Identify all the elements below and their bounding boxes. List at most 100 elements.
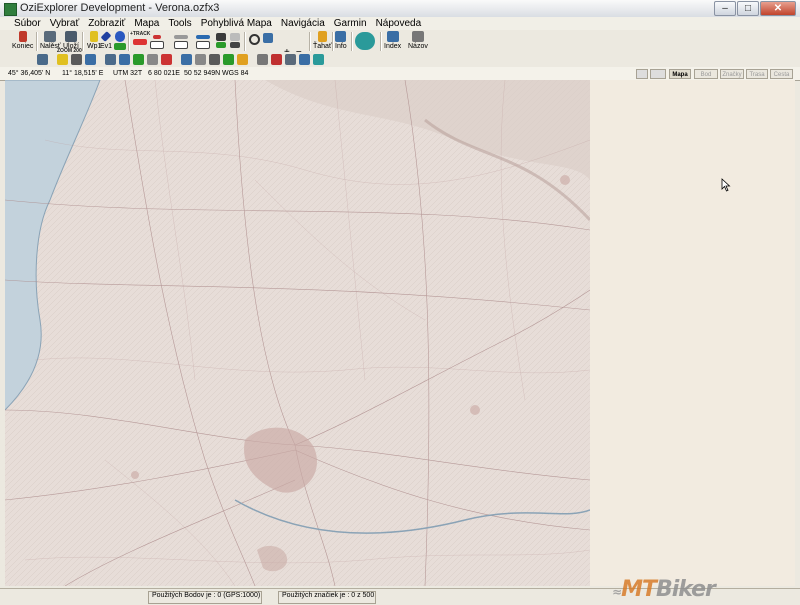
waypoint-tool-icon[interactable] <box>57 54 68 65</box>
toolbar-separator <box>244 32 246 51</box>
drag-icon <box>317 31 327 42</box>
menu-zobrazit[interactable]: Zobraziť <box>88 17 125 30</box>
menu-bar: Súbor Vybrať Zobraziť Mapa Tools Pohybli… <box>0 17 800 30</box>
menu-pohybliva-mapa[interactable]: Pohyblivá Mapa <box>201 17 272 30</box>
exit-icon <box>18 31 27 42</box>
toolbar-separator <box>36 32 38 51</box>
measure-window-icon <box>196 41 210 49</box>
topographic-map[interactable] <box>5 80 590 586</box>
track-icon <box>133 39 148 45</box>
track-tool-icon[interactable] <box>71 54 82 65</box>
measure-icon <box>196 35 210 39</box>
find-icon <box>44 31 57 42</box>
menu-vybrat[interactable]: Vybrať <box>50 17 80 30</box>
print-button[interactable] <box>230 31 240 52</box>
info-button[interactable]: Info <box>335 31 347 52</box>
event-button[interactable]: Ev1 <box>100 31 112 52</box>
grid-button[interactable] <box>216 31 226 52</box>
compass-icon[interactable] <box>181 54 192 65</box>
tab-trasa[interactable]: Trasa <box>746 69 768 79</box>
mtbiker-watermark-logo: ≈MTBiker <box>612 577 716 602</box>
panel-save-button[interactable] <box>636 69 648 79</box>
exit-button[interactable]: Koniec <box>12 31 33 52</box>
move-arrows-icon <box>355 32 375 50</box>
toolbar-separator <box>332 32 334 51</box>
app-window: OziExplorer Development - Verona.ozfx3 –… <box>0 0 800 605</box>
easting-value: 6 80 021E <box>148 70 180 77</box>
index-icon <box>386 31 399 42</box>
tab-cesta[interactable]: Cesta <box>770 69 793 79</box>
marker-button[interactable] <box>114 31 126 52</box>
northing-value: 50 52 949N <box>184 70 221 77</box>
alarm-icon[interactable] <box>161 54 172 65</box>
name-search-button[interactable]: Názov <box>408 31 428 52</box>
zoom-in-icon <box>263 33 273 43</box>
menu-subor[interactable]: Súbor <box>14 17 41 30</box>
window-title: OziExplorer Development - Verona.ozfx3 <box>20 2 220 14</box>
new-button[interactable] <box>174 31 188 52</box>
panel-dropdown-button[interactable] <box>650 69 666 79</box>
index-button[interactable]: Index <box>384 31 401 52</box>
minimize-button[interactable]: – <box>714 1 736 16</box>
map-tool-icon[interactable] <box>133 54 144 65</box>
close-button[interactable]: ✕ <box>760 1 796 16</box>
marker-icon <box>115 31 125 42</box>
longitude-value: 11° 18,515' E <box>62 70 104 77</box>
tab-mapa[interactable]: Mapa <box>669 69 691 79</box>
route-new-icon <box>150 41 164 49</box>
waypoint-icon <box>90 31 99 42</box>
menu-navigacia[interactable]: Navigácia <box>281 17 325 30</box>
menu-tools[interactable]: Tools <box>168 17 191 30</box>
main-toolbar: Koniec Nalěsť Uloží Wp1 Ev1 +TRACK ZOOM … <box>0 30 800 72</box>
marks-used-status: Použitých značiek je : 0 z 500 <box>282 592 375 599</box>
info-icon <box>335 31 347 42</box>
pencil-icon[interactable] <box>237 54 248 65</box>
new-icon <box>174 35 188 39</box>
app-icon <box>4 3 17 16</box>
ruler-icon[interactable] <box>195 54 206 65</box>
print-icon <box>230 33 240 41</box>
maximize-button[interactable]: □ <box>737 1 759 16</box>
new-window-icon <box>174 41 188 49</box>
magnifier-icon <box>249 34 260 45</box>
marker-tool-icon[interactable] <box>119 54 130 65</box>
toolbar-separator <box>351 32 353 51</box>
tab-bod[interactable]: Bod <box>694 69 718 79</box>
track-button[interactable]: +TRACK <box>130 31 150 52</box>
title-bar: OziExplorer Development - Verona.ozfx3 –… <box>0 0 800 18</box>
stop-icon[interactable] <box>271 54 282 65</box>
green-flag-icon <box>114 43 126 50</box>
chart-icon[interactable] <box>223 54 234 65</box>
route-button[interactable] <box>150 31 164 52</box>
menu-garmin[interactable]: Garmin <box>334 17 367 30</box>
tab-znacky[interactable]: Značky <box>720 69 744 79</box>
grid-tool-icon[interactable] <box>147 54 158 65</box>
toolbar-separator <box>380 32 382 51</box>
window-controls: – □ ✕ <box>714 1 796 16</box>
latitude-value: 45° 36,405' N <box>8 70 51 77</box>
datum-value: WGS 84 <box>222 70 249 77</box>
move-map-button[interactable] <box>355 32 375 53</box>
zoom-in-button[interactable] <box>263 31 273 52</box>
route-tool-icon[interactable] <box>85 54 96 65</box>
save-icon <box>64 31 77 42</box>
green-box-icon <box>216 42 226 48</box>
measure-button[interactable] <box>196 31 210 52</box>
pin-icon[interactable] <box>313 54 324 65</box>
eraser-icon[interactable] <box>257 54 268 65</box>
search-button[interactable] <box>249 31 260 52</box>
menu-mapa[interactable]: Mapa <box>134 17 159 30</box>
graph-icon[interactable] <box>299 54 310 65</box>
points-used-status: Použitých Bodov je : 0 (GPS:1000) <box>152 592 261 599</box>
track-label-icon: +TRACK <box>130 31 151 37</box>
event-tool-icon[interactable] <box>105 54 116 65</box>
photo-icon[interactable] <box>209 54 220 65</box>
side-panel <box>590 80 795 586</box>
toolbar-separator <box>82 32 84 51</box>
menu-napoveda[interactable]: Nápoveda <box>376 17 422 30</box>
settings-icon[interactable] <box>285 54 296 65</box>
route-icon <box>153 35 161 39</box>
gps-icon[interactable] <box>37 54 48 65</box>
toolbar-separator <box>309 32 311 51</box>
drag-button[interactable]: Ťahať <box>313 31 332 52</box>
